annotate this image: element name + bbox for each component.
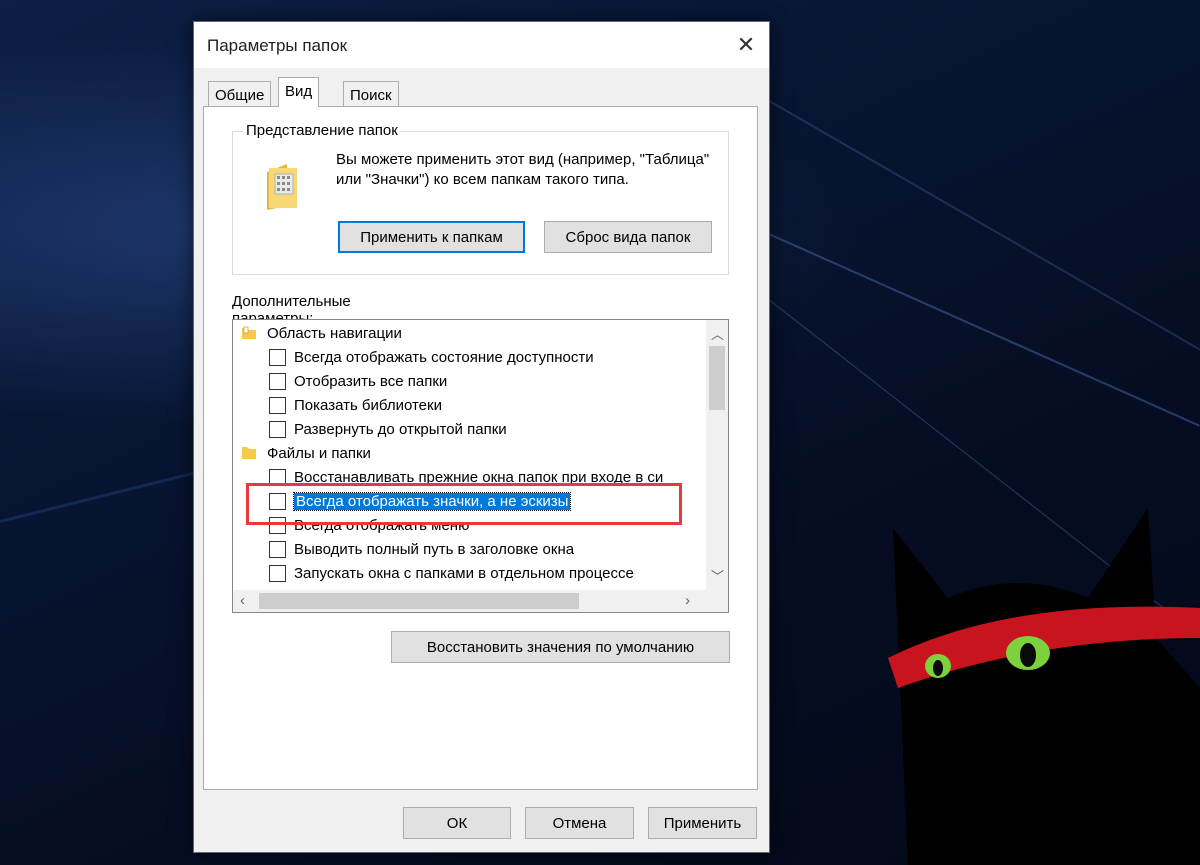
apply-to-folders-button[interactable]: Применить к папкам [338,221,525,253]
list-item-selected[interactable]: Всегда отображать значки, а не эскизы [269,489,728,513]
restore-defaults-button[interactable]: Восстановить значения по умолчанию [391,631,730,663]
checkbox[interactable] [269,396,286,414]
list-item[interactable]: Выводить полный путь в заголовке окна [269,537,728,561]
dialog-title: Параметры папок [207,36,348,55]
folder-views-group-title: Представление папок [243,122,401,139]
checkbox[interactable] [269,492,286,510]
ok-button[interactable]: ОК [403,807,511,839]
list-item-label: Запускать окна с папками в отдельном про… [294,564,634,582]
list-item[interactable]: Запускать окна с папками в отдельном про… [269,561,728,585]
list-item-label: Восстанавливать прежние окна папок при в… [294,468,664,486]
vertical-scroll-thumb[interactable] [709,346,725,410]
list-item-label: Всегда отображать значки, а не эскизы [292,491,572,511]
list-item[interactable]: Всегда отображать состояние доступности [269,345,728,369]
list-item[interactable]: Показать библиотеки [269,393,728,417]
scroll-up-icon[interactable]: ︿ [711,324,724,343]
apply-button[interactable]: Применить [648,807,757,839]
horizontal-scrollbar[interactable]: ‹ › [233,590,728,612]
checkbox[interactable] [269,348,286,366]
list-item[interactable]: Отобразить все папки [269,369,728,393]
list-category-label: Файлы и папки [267,444,371,462]
cancel-button[interactable]: Отмена [525,807,634,839]
checkbox[interactable] [269,420,286,438]
tab-general[interactable]: Общие [208,81,272,107]
list-item-label: Всегда отображать состояние доступности [294,348,594,366]
checkbox[interactable] [269,372,286,390]
tab-view[interactable]: Вид [278,77,320,107]
horizontal-scroll-thumb[interactable] [259,593,579,609]
list-item-label: Показать библиотеки [294,396,442,414]
list-item-label: Выводить полный путь в заголовке окна [294,540,575,558]
navigation-pane-icon [242,326,256,339]
list-item-label: Отобразить все папки [294,372,448,390]
pane-origin: Представление папок Вы можете применить … [203,20,757,839]
list-category-label: Область навигации [267,324,402,342]
scroll-down-icon[interactable]: ﹀ [711,566,724,585]
close-button[interactable]: ✕ [723,22,769,68]
vertical-scrollbar[interactable]: ︿ ﹀ [706,320,728,590]
reset-folders-button[interactable]: Сброс вида папок [544,221,712,253]
advanced-settings-list[interactable]: Область навигации Всегда отображать сост… [232,319,729,613]
list-item[interactable]: Развернуть до открытой папки [269,417,728,441]
title-bar[interactable]: Параметры папок ✕ [194,22,769,68]
list-category[interactable]: Файлы и папки [241,441,711,465]
list-item[interactable]: Всегда отображать меню [269,513,728,537]
list-item[interactable]: Восстанавливать прежние окна папок при в… [269,465,728,489]
wallpaper-light-streak [699,60,1200,362]
list-category[interactable]: Область навигации [241,321,711,345]
scroll-right-icon[interactable]: › [685,592,690,609]
checkbox[interactable] [269,516,286,534]
tab-search[interactable]: Поиск [343,81,399,107]
close-icon: ✕ [736,32,756,57]
checkbox[interactable] [269,564,286,582]
folder-view-icon [267,164,297,210]
list-item-label: Всегда отображать меню [294,516,470,534]
folder-icon [242,447,256,459]
scroll-left-icon[interactable]: ‹ [240,592,245,609]
folder-views-group: Представление папок Вы можете применить … [232,122,729,275]
list-item-label: Развернуть до открытой папки [294,420,507,438]
checkbox[interactable] [269,468,286,486]
ninja-cat-wallpaper-image [888,508,1200,865]
checkbox[interactable] [269,540,286,558]
folder-views-description: Вы можете применить этот вид (например, … [336,151,710,188]
